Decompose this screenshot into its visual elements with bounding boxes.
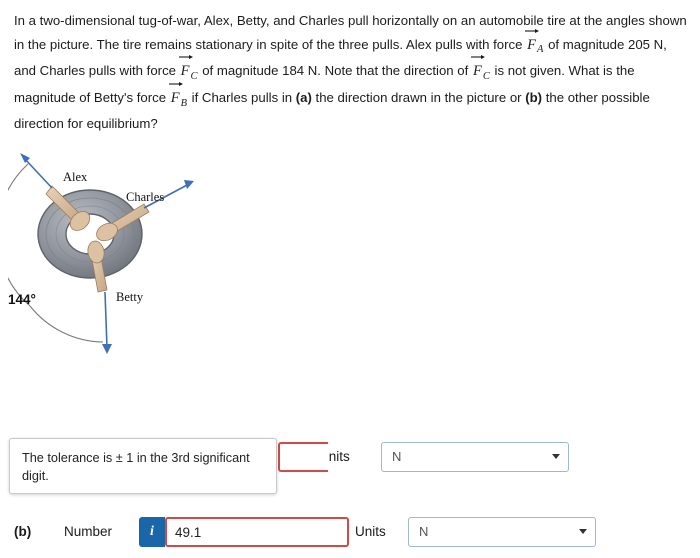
- bold-label-a: (a): [295, 90, 312, 106]
- label-alex: Alex: [63, 170, 88, 184]
- charles-force-arrowhead: [184, 180, 194, 189]
- info-icon[interactable]: i: [139, 517, 165, 547]
- units-select-a-value: N: [392, 449, 402, 464]
- label-charles: Charles: [126, 190, 165, 204]
- betty-force-arrowhead: [102, 344, 112, 354]
- answer-input-a[interactable]: [278, 442, 328, 472]
- label-betty: Betty: [116, 290, 144, 304]
- chevron-down-icon: [579, 529, 587, 534]
- subscript-b: B: [180, 97, 188, 109]
- answer-row-b: (b) Number i Units N: [14, 517, 686, 551]
- question-part-5: if Charles pulls in: [188, 90, 296, 106]
- tolerance-tooltip: The tolerance is ± 1 in the 3rd signific…: [9, 438, 277, 494]
- tug-of-war-figure: Alex Charles Betty: [0, 142, 238, 382]
- question-part-3: of magnitude 184 N. Note that the direct…: [198, 63, 472, 79]
- subscript-c: C: [190, 71, 198, 83]
- part-b-label: (b): [14, 524, 32, 539]
- units-select-a[interactable]: N: [381, 442, 569, 472]
- units-select-b[interactable]: N: [408, 517, 596, 547]
- vector-arrow-icon: [168, 82, 183, 87]
- answer-input-b[interactable]: [165, 517, 349, 547]
- alex-force-arrowhead: [20, 153, 30, 163]
- bold-label-b: (b): [525, 90, 543, 106]
- force-vector-symbol-b: F: [168, 82, 183, 111]
- force-vector-symbol-a: F: [525, 28, 540, 58]
- force-vector-symbol-c2: F: [470, 55, 485, 84]
- vector-arrow-icon: [178, 55, 193, 60]
- angle-arc-lower: [29, 305, 104, 343]
- alex-force-arrow-line: [23, 157, 53, 189]
- chevron-down-icon: [552, 454, 560, 459]
- question-part-6: the direction drawn in the picture or: [311, 90, 526, 106]
- question-text: In a two-dimensional tug-of-war, Alex, B…: [14, 10, 690, 135]
- vector-arrow-icon: [470, 55, 485, 60]
- angle-label: 144°: [8, 292, 36, 307]
- subscript-c2: C: [482, 71, 490, 83]
- betty-force-arrow-line: [104, 291, 108, 349]
- vector-arrow-icon: [525, 28, 540, 33]
- figure-svg: [0, 153, 194, 354]
- angle-arc: [0, 163, 31, 307]
- units-select-b-value: N: [419, 524, 429, 539]
- number-label: Number: [64, 524, 113, 539]
- units-label-b: Units: [355, 524, 386, 539]
